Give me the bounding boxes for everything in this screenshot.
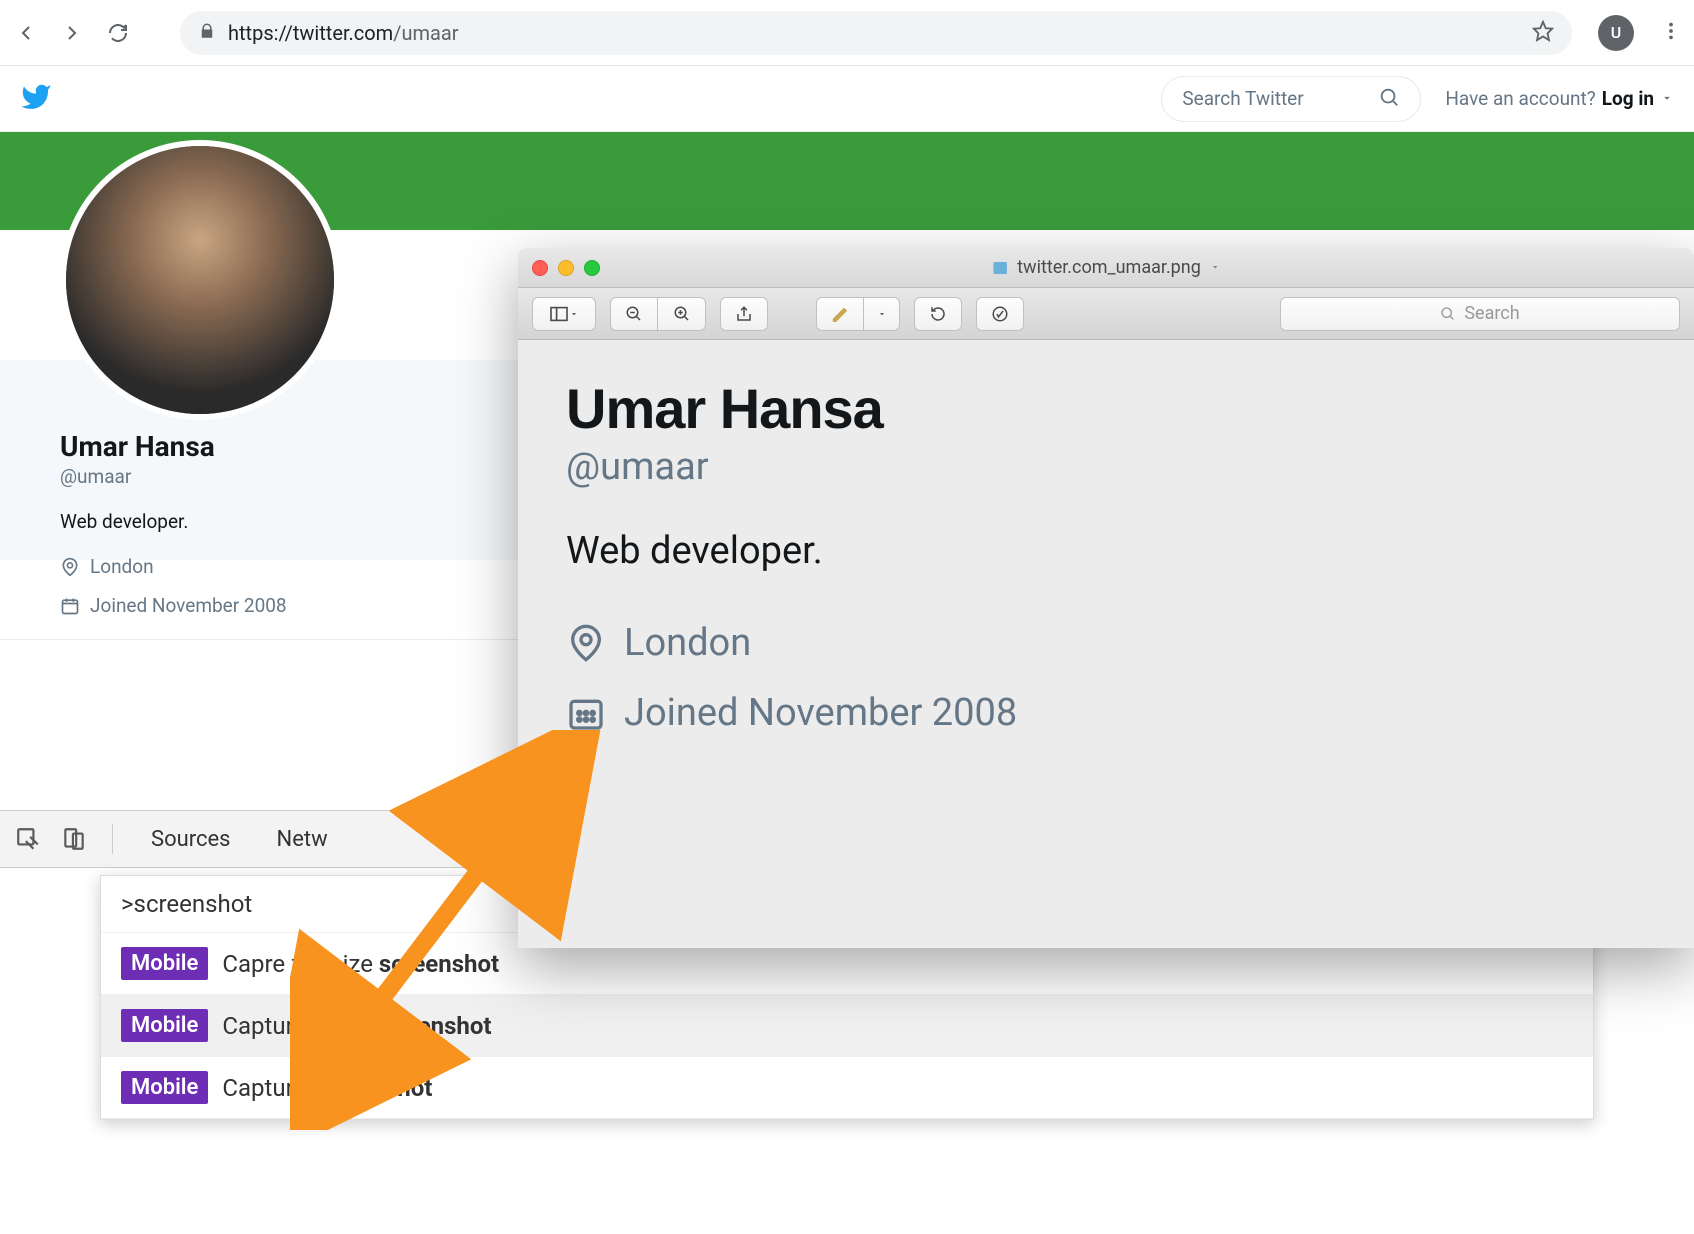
chevron-down-icon[interactable]	[1660, 87, 1674, 110]
zoom-group	[610, 297, 706, 331]
preview-handle: @umaar	[566, 445, 1646, 489]
command-text: Capture node screenshot	[222, 1012, 491, 1040]
preview-location-text: London	[624, 621, 751, 665]
login-link[interactable]: Log in	[1602, 87, 1654, 110]
command-text: Capture screenshot	[222, 1074, 432, 1102]
devtools-tab-network[interactable]: Netw	[263, 827, 342, 852]
joined-text: Joined November 2008	[90, 594, 287, 617]
preview-display-name: Umar Hansa	[566, 376, 1646, 441]
chrome-menu-icon[interactable]	[1660, 20, 1682, 46]
account-prompt-text: Have an account?	[1445, 87, 1595, 110]
share-button[interactable]	[720, 297, 768, 331]
twitter-search-input[interactable]: Search Twitter	[1161, 76, 1421, 122]
address-bar[interactable]: https://twitter.com/umaar	[180, 11, 1572, 55]
image-file-icon	[991, 259, 1009, 277]
preview-filename: twitter.com_umaar.png	[1017, 257, 1201, 278]
preview-toolbar: Search	[518, 288, 1694, 340]
preview-location: London	[566, 621, 1646, 665]
calendar-icon	[60, 596, 80, 616]
location-icon	[566, 623, 606, 663]
preview-titlebar[interactable]: twitter.com_umaar.png	[518, 248, 1694, 288]
preview-bio: Web developer.	[566, 529, 1646, 573]
forward-button[interactable]	[58, 19, 86, 47]
twitter-top-nav: Search Twitter Have an account? Log in	[0, 66, 1694, 132]
url-text: https://twitter.com/umaar	[228, 21, 459, 45]
command-category-badge: Mobile	[121, 1009, 208, 1042]
zoom-window-button[interactable]	[584, 260, 600, 276]
lock-icon	[198, 22, 216, 44]
chevron-down-icon[interactable]	[1209, 257, 1221, 278]
preview-window: twitter.com_umaar.png	[518, 248, 1694, 948]
profile-avatar-button[interactable]: U	[1598, 15, 1634, 51]
preview-search-placeholder: Search	[1464, 303, 1519, 324]
command-item-capture-screenshot[interactable]: Mobile Capture screenshot	[101, 1057, 1593, 1119]
command-category-badge: Mobile	[121, 1071, 208, 1104]
command-category-badge: Mobile	[121, 947, 208, 980]
highlight-button[interactable]	[816, 297, 864, 331]
rotate-button[interactable]	[914, 297, 962, 331]
markup-toolbar-button[interactable]	[976, 297, 1024, 331]
search-icon	[1440, 306, 1456, 322]
reload-button[interactable]	[104, 19, 132, 47]
devtools-tab-sources[interactable]: Sources	[137, 827, 245, 852]
preview-search-input[interactable]: Search	[1280, 297, 1680, 331]
minimize-window-button[interactable]	[558, 260, 574, 276]
sidebar-toggle-button[interactable]	[532, 297, 596, 331]
device-toolbar-icon[interactable]	[60, 825, 88, 853]
zoom-in-button[interactable]	[658, 297, 706, 331]
markup-group	[816, 297, 900, 331]
back-button[interactable]	[12, 19, 40, 47]
command-text: Capre full size screenshot	[222, 950, 499, 978]
search-icon	[1378, 86, 1400, 112]
zoom-out-button[interactable]	[610, 297, 658, 331]
login-prompt: Have an account? Log in	[1445, 87, 1674, 110]
markup-dropdown[interactable]	[864, 297, 900, 331]
preview-joined: Joined November 2008	[566, 691, 1646, 735]
twitter-logo-icon[interactable]	[20, 81, 52, 117]
preview-content: Umar Hansa @umaar Web developer. London …	[518, 340, 1694, 797]
command-item-capture-node[interactable]: Mobile Capture node screenshot	[101, 995, 1593, 1057]
chevron-down-icon	[569, 309, 579, 319]
location-text: London	[90, 555, 154, 578]
command-menu-list: Mobile Capre full size screenshot Mobile…	[101, 933, 1593, 1119]
bookmark-star-icon[interactable]	[1532, 20, 1554, 46]
close-window-button[interactable]	[532, 260, 548, 276]
preview-window-title[interactable]: twitter.com_umaar.png	[991, 257, 1221, 278]
browser-toolbar: https://twitter.com/umaar U	[0, 0, 1694, 66]
location-icon	[60, 557, 80, 577]
inspect-element-icon[interactable]	[14, 825, 42, 853]
search-placeholder: Search Twitter	[1182, 87, 1303, 110]
calendar-icon	[566, 693, 606, 733]
preview-joined-text: Joined November 2008	[624, 691, 1017, 735]
